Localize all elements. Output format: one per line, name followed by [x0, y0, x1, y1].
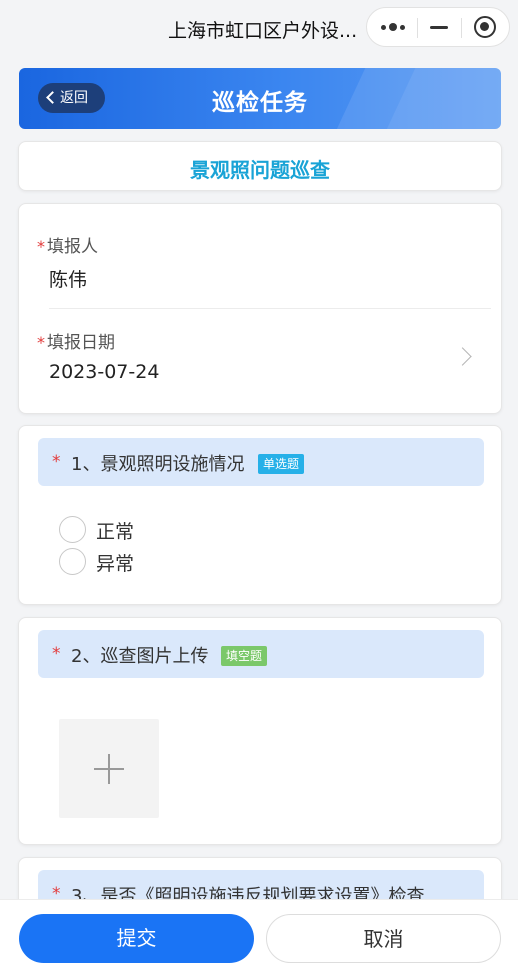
option-label: 正常	[96, 521, 135, 543]
plus-icon	[108, 754, 110, 784]
form-subtitle: 景观照问题巡查	[190, 158, 330, 182]
bottom-action-bar: 提交 取消	[0, 899, 518, 975]
window-title: 上海市虹口区户外设...	[168, 20, 358, 42]
minimize-icon[interactable]	[430, 26, 448, 29]
reporter-info-card: * 填报人 陈伟 * 填报日期 2023-07-24	[18, 203, 502, 414]
required-mark: *	[52, 644, 61, 664]
capsule-menu	[366, 7, 510, 47]
question-header: * 2、巡查图片上传 填空题	[38, 630, 484, 678]
required-mark: *	[52, 452, 61, 472]
question-card-1: * 1、景观照明设施情况 单选题 正常 异常	[18, 425, 502, 605]
chevron-right-icon[interactable]	[453, 347, 472, 366]
mini-program-top-bar: 上海市虹口区户外设...	[0, 0, 518, 56]
form-subtitle-card: 景观照问题巡查	[18, 141, 502, 191]
question-title: 2、巡查图片上传	[71, 646, 209, 667]
submit-button[interactable]: 提交	[19, 914, 254, 963]
page-header: 返回 巡检任务	[19, 68, 501, 129]
reporter-field[interactable]: 陈伟	[49, 265, 87, 292]
required-mark: *	[37, 333, 45, 352]
capsule-divider	[417, 18, 418, 38]
reporter-label: * 填报人	[37, 232, 98, 257]
date-label: * 填报日期	[37, 328, 115, 353]
question-type-badge: 单选题	[258, 454, 305, 474]
image-upload-button[interactable]	[59, 719, 159, 818]
capsule-divider	[461, 18, 462, 38]
required-mark: *	[37, 237, 45, 256]
reporter-label-text: 填报人	[47, 237, 98, 257]
question-title: 1、景观照明设施情况	[71, 454, 245, 475]
date-label-text: 填报日期	[47, 333, 115, 353]
option-label: 异常	[96, 553, 135, 575]
question-header: * 1、景观照明设施情况 单选题	[38, 438, 484, 486]
close-target-icon[interactable]	[474, 16, 496, 38]
date-picker-field[interactable]: 2023-07-24	[49, 361, 159, 383]
field-divider	[49, 308, 491, 309]
cancel-button[interactable]: 取消	[266, 914, 501, 963]
more-dots-icon[interactable]	[381, 21, 407, 33]
question-type-badge: 填空题	[221, 646, 268, 666]
page-title: 巡检任务	[212, 90, 308, 116]
question-card-2: * 2、巡查图片上传 填空题	[18, 617, 502, 845]
radio-circle-icon[interactable]	[59, 548, 86, 575]
radio-circle-icon[interactable]	[59, 516, 86, 543]
